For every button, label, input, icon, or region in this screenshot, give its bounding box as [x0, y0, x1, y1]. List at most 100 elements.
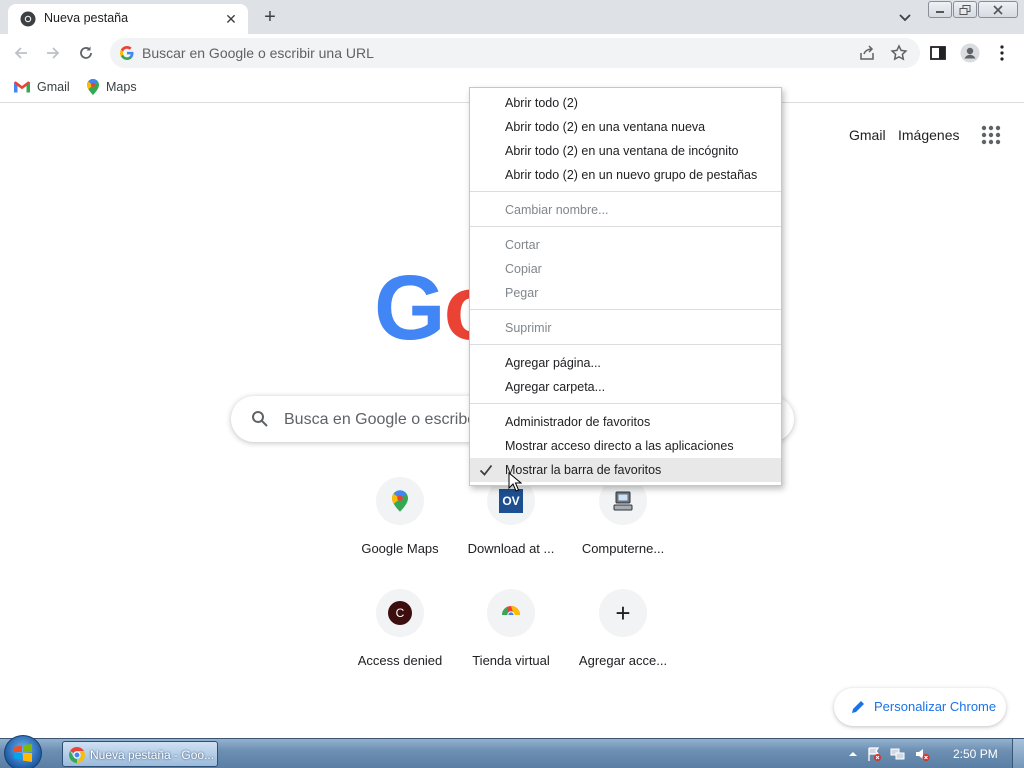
bookmark-gmail[interactable]: Gmail — [14, 77, 70, 97]
taskbar-clock[interactable]: 2:50 PM — [953, 747, 998, 761]
maps-pin-icon — [392, 490, 408, 512]
network-icon[interactable] — [890, 746, 906, 762]
menu-item-add-folder[interactable]: Agregar carpeta... — [470, 375, 781, 399]
shortcut-webstore[interactable]: Tienda virtual — [455, 589, 567, 701]
shortcut-label: Google Maps — [361, 541, 439, 556]
shortcut-label: Agregar acce... — [578, 653, 668, 668]
menu-item-label: Agregar carpeta... — [505, 380, 606, 394]
shortcut-access-denied[interactable]: C Access denied — [344, 589, 456, 701]
forward-arrow-icon — [47, 47, 60, 59]
google-apps-icon[interactable] — [980, 124, 1002, 146]
address-bar-placeholder: Buscar en Google o escribir una URL — [142, 45, 374, 61]
menu-item-label: Agregar página... — [505, 356, 601, 370]
menu-item-rename[interactable]: Cambiar nombre... — [470, 198, 781, 222]
menu-item-copy[interactable]: Copiar — [470, 257, 781, 281]
shortcut-label: Tienda virtual — [472, 653, 550, 668]
bookmark-label: Gmail — [37, 80, 70, 94]
customize-label: Personalizar Chrome — [874, 699, 997, 714]
show-desktop-button[interactable] — [1012, 739, 1024, 768]
menu-item-add-page[interactable]: Agregar página... — [470, 351, 781, 375]
reload-icon — [80, 46, 92, 59]
menu-separator — [470, 344, 781, 345]
logo-letter: G — [374, 257, 446, 359]
forward-button[interactable] — [40, 40, 66, 66]
bookmark-context-menu: Abrir todo (2) Abrir todo (2) en una ven… — [469, 87, 782, 486]
search-placeholder: Busca en Google o escribe — [284, 411, 477, 428]
kebab-menu-icon[interactable] — [992, 43, 1012, 63]
gmail-icon — [14, 81, 30, 93]
taskbar: Nueva pestaña - Goo... 2:50 PM — [0, 735, 1024, 768]
close-window-button[interactable] — [978, 1, 1018, 18]
menu-item-delete[interactable]: Suprimir — [470, 316, 781, 340]
taskbar-item-label: Nueva pestaña - Goo... — [90, 748, 215, 762]
shortcut-label: Computerne... — [581, 541, 665, 556]
search-icon — [252, 411, 268, 427]
tab-close-icon[interactable]: ✕ — [222, 10, 240, 28]
plus-icon: + — [615, 598, 631, 628]
google-g-icon — [120, 46, 134, 60]
menu-item-cut[interactable]: Cortar — [470, 233, 781, 257]
computer-icon — [613, 491, 633, 511]
close-icon — [993, 5, 1003, 15]
menu-item-show-apps-shortcut[interactable]: Mostrar acceso directo a las aplicacione… — [470, 434, 781, 458]
tab-strip: Nueva pestaña ✕ + — [0, 0, 1024, 34]
menu-item-open-all-incognito[interactable]: Abrir todo (2) en una ventana de incógni… — [470, 139, 781, 163]
menu-item-label: Suprimir — [505, 321, 552, 335]
webstore-icon — [501, 606, 521, 622]
tray-expand-icon[interactable] — [845, 746, 861, 762]
shortcut-computernews[interactable]: Computerne... — [567, 477, 679, 589]
pencil-icon — [852, 701, 864, 713]
shortcut-google-maps[interactable]: Google Maps — [344, 477, 456, 589]
reload-button[interactable] — [73, 40, 99, 66]
shortcut-icon-circle — [487, 589, 535, 637]
menu-item-open-all[interactable]: Abrir todo (2) — [470, 91, 781, 115]
minimize-icon — [936, 11, 944, 13]
menu-item-paste[interactable]: Pegar — [470, 281, 781, 305]
tab-new-tab[interactable]: Nueva pestaña ✕ — [8, 4, 248, 34]
new-tab-button[interactable]: + — [258, 6, 282, 28]
profile-avatar-icon[interactable] — [960, 43, 980, 63]
windows-logo-icon — [14, 744, 32, 762]
shortcut-icon-circle — [376, 477, 424, 525]
restore-button[interactable] — [953, 1, 977, 18]
chrome-icon — [20, 11, 36, 27]
start-button[interactable] — [4, 735, 42, 768]
bookmark-label: Maps — [106, 80, 137, 94]
action-center-flag-icon[interactable] — [866, 746, 882, 762]
shortcut-add[interactable]: + Agregar acce... — [567, 589, 679, 701]
menu-item-label: Abrir todo (2) — [505, 96, 578, 110]
menu-item-label: Abrir todo (2) en un nuevo grupo de pest… — [505, 168, 758, 182]
shortcut-label: Download at ... — [467, 541, 555, 556]
menu-item-label: Administrador de favoritos — [505, 415, 651, 429]
shortcut-download[interactable]: OV Download at ... — [455, 477, 567, 589]
chrome-icon — [69, 747, 85, 763]
menu-item-bookmark-manager[interactable]: Administrador de favoritos — [470, 410, 781, 434]
side-panel-icon[interactable] — [928, 43, 948, 63]
bookmark-star-icon[interactable] — [890, 44, 908, 62]
images-link[interactable]: Imágenes — [898, 127, 959, 143]
menu-item-label: Abrir todo (2) en una ventana de incógni… — [505, 144, 739, 158]
menu-item-label: Cambiar nombre... — [505, 203, 609, 217]
chevron-down-icon[interactable] — [896, 8, 914, 26]
menu-item-open-all-new-window[interactable]: Abrir todo (2) en una ventana nueva — [470, 115, 781, 139]
share-icon[interactable] — [858, 44, 876, 62]
mouse-cursor-icon — [508, 472, 522, 492]
menu-item-label: Abrir todo (2) en una ventana nueva — [505, 120, 706, 134]
tab-title: Nueva pestaña — [44, 11, 129, 25]
taskbar-item-chrome[interactable]: Nueva pestaña - Goo... — [62, 741, 218, 767]
bookmark-maps[interactable]: Maps — [87, 77, 137, 97]
address-bar[interactable]: Buscar en Google o escribir una URL — [110, 38, 920, 68]
restore-icon — [959, 5, 971, 15]
menu-item-open-all-tab-group[interactable]: Abrir todo (2) en un nuevo grupo de pest… — [470, 163, 781, 187]
back-button[interactable] — [8, 40, 34, 66]
gmail-link[interactable]: Gmail — [849, 127, 886, 143]
toolbar: Buscar en Google o escribir una URL — [0, 34, 1024, 72]
menu-item-label: Mostrar acceso directo a las aplicacione… — [505, 439, 734, 453]
customize-chrome-button[interactable]: Personalizar Chrome — [834, 688, 1006, 726]
menu-item-label: Cortar — [505, 238, 540, 252]
minimize-button[interactable] — [928, 1, 952, 18]
volume-muted-icon[interactable] — [914, 746, 930, 762]
letter-c-icon: C — [388, 601, 412, 625]
menu-item-label: Copiar — [505, 262, 542, 276]
maps-pin-icon — [87, 79, 99, 95]
